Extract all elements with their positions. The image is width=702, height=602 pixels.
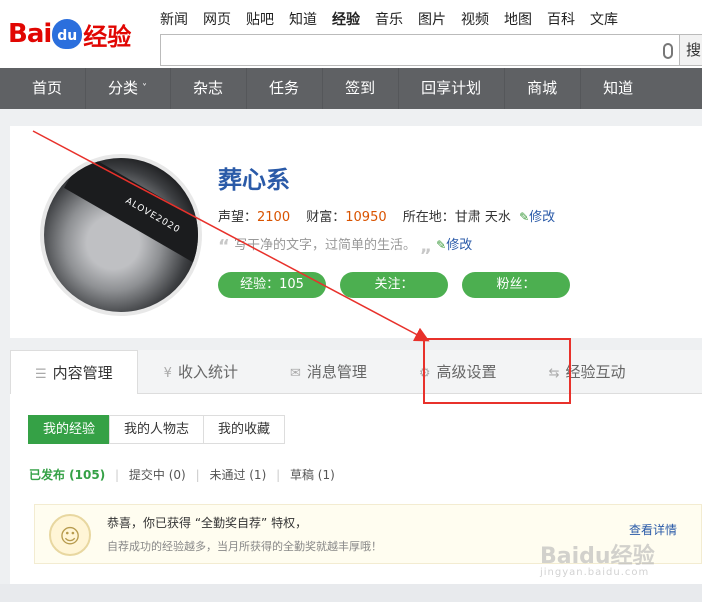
edit-location-link[interactable]: 修改 xyxy=(529,210,555,225)
top-nav-images[interactable]: 图片 xyxy=(418,9,446,29)
baidu-jingyan-logo[interactable]: Bai du 经验 xyxy=(8,14,131,54)
filter-rejected[interactable]: 未通过 (1) xyxy=(209,468,266,482)
reputation-label: 声望： xyxy=(218,210,258,225)
search-button[interactable]: 搜 xyxy=(680,34,702,66)
nav-mall[interactable]: 商城 xyxy=(504,68,580,109)
quote-open-icon: “ xyxy=(218,236,230,257)
management-tabs: ☰ 内容管理 ¥ 收入统计 ✉ 消息管理 ⚙ 高级设置 ⇆ 经验互动 xyxy=(10,350,702,395)
top-nav: 新闻 网页 贴吧 知道 经验 音乐 图片 视频 地图 百科 文库 xyxy=(160,9,633,29)
nav-task[interactable]: 任务 xyxy=(246,68,322,109)
subtab-my-people[interactable]: 我的人物志 xyxy=(109,415,205,444)
avatar[interactable]: ALOVE2020 xyxy=(40,154,202,316)
tab-advanced-settings[interactable]: ⚙ 高级设置 xyxy=(393,350,523,394)
nav-home[interactable]: 首页 xyxy=(0,68,85,109)
logo-jingyan: 经验 xyxy=(83,22,132,51)
location-value: 甘肃 天水 xyxy=(454,210,511,225)
main-nav: 首页 分类 ˅ 杂志 任务 签到 回享计划 商城 知道 xyxy=(0,68,702,109)
quote-close-icon: „ xyxy=(420,236,432,257)
mail-icon: ✉ xyxy=(289,366,301,381)
tab-content-management[interactable]: ☰ 内容管理 xyxy=(10,350,138,395)
nav-share-plan[interactable]: 回享计划 xyxy=(398,68,504,109)
subtab-my-favorites[interactable]: 我的收藏 xyxy=(203,415,286,444)
tab-label: 消息管理 xyxy=(306,363,367,381)
subtab-my-experience[interactable]: 我的经验 xyxy=(28,415,111,444)
page-bottom-strip xyxy=(0,584,702,602)
tab-label: 内容管理 xyxy=(52,364,113,382)
search-input[interactable] xyxy=(160,34,680,66)
nav-signin[interactable]: 签到 xyxy=(322,68,398,109)
wealth-value: 10950 xyxy=(345,210,387,225)
view-details-link[interactable]: 查看详情 xyxy=(629,521,677,538)
tab-experience-interaction[interactable]: ⇆ 经验互动 xyxy=(523,350,652,394)
notice-subtitle: 自荐成功的经验越多，当月所获得的全勤奖就越丰厚哦！ xyxy=(107,540,382,553)
wealth-label: 财富： xyxy=(306,210,346,225)
top-nav-tieba[interactable]: 贴吧 xyxy=(246,9,274,29)
motto-text: 写干净的文字，过简单的生活。 xyxy=(233,238,416,253)
paw-icon: du xyxy=(52,19,83,49)
filter-separator: | xyxy=(276,468,281,482)
top-nav-news[interactable]: 新闻 xyxy=(160,9,188,29)
pencil-icon: ✎ xyxy=(519,210,530,224)
reputation-value: 2100 xyxy=(257,210,291,225)
filter-submitting[interactable]: 提交中 (0) xyxy=(129,468,186,482)
user-motto: “ 写干净的文字，过简单的生活。 „ ✎修改 xyxy=(218,234,472,257)
user-name[interactable]: 葬心系 xyxy=(218,160,290,195)
tab-message-management[interactable]: ✉ 消息管理 xyxy=(264,350,393,394)
top-nav-wenku[interactable]: 文库 xyxy=(590,9,618,29)
top-nav-video[interactable]: 视频 xyxy=(461,9,489,29)
chevron-down-icon: ˅ xyxy=(142,83,148,94)
edit-motto-link[interactable]: 修改 xyxy=(446,238,472,253)
nav-category-label: 分类 xyxy=(108,79,139,97)
location-label: 所在地： xyxy=(402,210,455,225)
microphone-icon[interactable] xyxy=(663,43,673,59)
watermark-url: jingyan.baidu.com xyxy=(540,567,650,578)
nav-magazine[interactable]: 杂志 xyxy=(170,68,246,109)
filter-drafts[interactable]: 草稿 (1) xyxy=(290,468,335,482)
yen-icon: ¥ xyxy=(163,366,172,381)
award-medal-icon: ☺ xyxy=(49,514,91,556)
tab-income-stats[interactable]: ¥ 收入统计 xyxy=(138,350,264,394)
top-nav-jingyan[interactable]: 经验 xyxy=(332,9,360,29)
top-nav-web[interactable]: 网页 xyxy=(203,9,231,29)
swap-icon: ⇆ xyxy=(548,366,560,381)
nav-zhidao[interactable]: 知道 xyxy=(580,68,656,109)
gear-icon: ⚙ xyxy=(418,366,431,381)
top-bar: Bai du 经验 新闻 网页 贴吧 知道 经验 音乐 图片 视频 地图 百科 … xyxy=(0,0,702,68)
watermark: Baidu经验 jingyan.baidu.com xyxy=(540,538,655,578)
nav-category[interactable]: 分类 ˅ xyxy=(85,68,170,109)
tab-label: 收入统计 xyxy=(177,363,238,381)
top-nav-zhidao[interactable]: 知道 xyxy=(289,9,317,29)
list-icon: ☰ xyxy=(35,367,47,382)
logo-bai: Bai xyxy=(8,19,52,49)
fans-count-pill[interactable]: 粉丝： xyxy=(462,272,570,298)
exp-count-pill[interactable]: 经验：105 xyxy=(218,272,326,298)
notice-title: 恭喜，你已获得 “全勤奖自荐” 特权， xyxy=(107,516,308,530)
filter-separator: | xyxy=(115,468,120,482)
filter-separator: | xyxy=(195,468,200,482)
pencil-icon: ✎ xyxy=(436,238,447,252)
top-nav-baike[interactable]: 百科 xyxy=(547,9,575,29)
user-counters: 经验：105 关注： 粉丝： xyxy=(218,272,570,298)
tab-label: 高级设置 xyxy=(436,363,497,381)
sub-tabs: 我的经验 我的人物志 我的收藏 xyxy=(28,415,286,444)
profile-card: ALOVE2020 葬心系 声望：2100 财富：10950 所在地：甘肃 天水… xyxy=(10,126,702,338)
follow-count-pill[interactable]: 关注： xyxy=(340,272,448,298)
top-nav-map[interactable]: 地图 xyxy=(504,9,532,29)
filter-published[interactable]: 已发布 (105) xyxy=(29,468,105,482)
status-filter: 已发布 (105) | 提交中 (0) | 未通过 (1) | 草稿 (1) xyxy=(29,466,335,483)
top-nav-music[interactable]: 音乐 xyxy=(375,9,403,29)
user-stats: 声望：2100 财富：10950 所在地：甘肃 天水 ✎修改 xyxy=(218,206,555,225)
tab-label: 经验互动 xyxy=(565,363,626,381)
watermark-text: Baidu经验 xyxy=(540,544,655,569)
